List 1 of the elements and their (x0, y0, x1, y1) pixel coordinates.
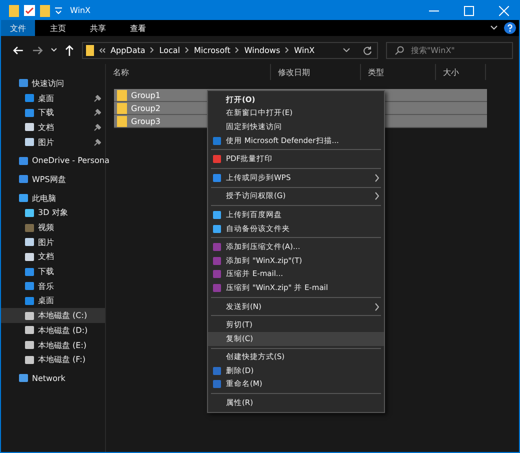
window-title: WinX (70, 6, 91, 15)
